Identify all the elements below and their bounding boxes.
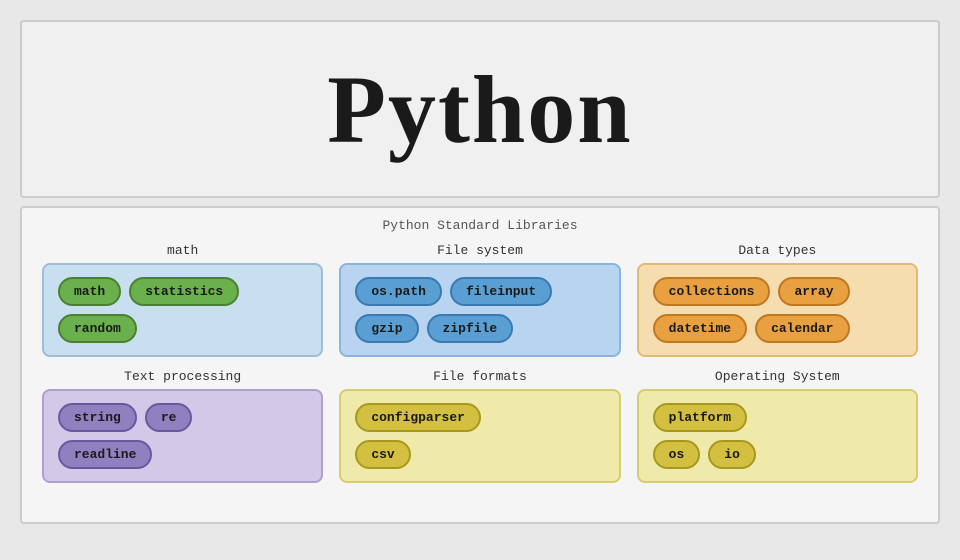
- tag-configparser[interactable]: configparser: [355, 403, 481, 432]
- tag-string[interactable]: string: [58, 403, 137, 432]
- tag-row: datetime calendar: [653, 314, 850, 343]
- category-label-operatingsystem: Operating System: [715, 369, 840, 384]
- tag-os-path[interactable]: os.path: [355, 277, 442, 306]
- category-textprocessing: Text processing string re readline: [42, 369, 323, 483]
- tag-row: osio: [653, 440, 756, 469]
- category-box-operatingsystem: platform osio: [637, 389, 918, 483]
- category-datatypes: Data types collectionsarray datetime calend…: [637, 243, 918, 357]
- tag-platform[interactable]: platform: [653, 403, 747, 432]
- categories-grid: math math statistics random File system os.pa…: [42, 243, 918, 483]
- category-fileformats: File formats configparser csv: [339, 369, 620, 483]
- tag-random[interactable]: random: [58, 314, 137, 343]
- category-label-math: math: [167, 243, 198, 258]
- tag-fileinput[interactable]: fileinput: [450, 277, 552, 306]
- tag-os[interactable]: os: [653, 440, 701, 469]
- panel-title: Python Standard Libraries: [42, 218, 918, 233]
- tag-row: collectionsarray: [653, 277, 850, 306]
- tag-row: random: [58, 314, 137, 343]
- tag-gzip[interactable]: gzip: [355, 314, 418, 343]
- tag-row: csv: [355, 440, 410, 469]
- category-box-filesystem: os.path fileinput gzip zipfile: [339, 263, 620, 357]
- category-box-datatypes: collectionsarray datetime calendar: [637, 263, 918, 357]
- top-panel: Python: [20, 20, 940, 198]
- tag-calendar[interactable]: calendar: [755, 314, 849, 343]
- tag-csv[interactable]: csv: [355, 440, 410, 469]
- tag-collections[interactable]: collections: [653, 277, 771, 306]
- category-box-math: math statistics random: [42, 263, 323, 357]
- tag-array[interactable]: array: [778, 277, 849, 306]
- tag-math[interactable]: math: [58, 277, 121, 306]
- category-operatingsystem: Operating System platform osio: [637, 369, 918, 483]
- tag-row: configparser: [355, 403, 481, 432]
- tag-zipfile[interactable]: zipfile: [427, 314, 514, 343]
- tag-row: readline: [58, 440, 152, 469]
- bottom-panel: Python Standard Libraries math math statis…: [20, 206, 940, 524]
- tag-row: math statistics: [58, 277, 239, 306]
- tag-row: platform: [653, 403, 747, 432]
- category-box-fileformats: configparser csv: [339, 389, 620, 483]
- category-box-textprocessing: string re readline: [42, 389, 323, 483]
- category-label-textprocessing: Text processing: [124, 369, 241, 384]
- tag-io[interactable]: io: [708, 440, 756, 469]
- tag-readline[interactable]: readline: [58, 440, 152, 469]
- category-filesystem: File system os.path fileinput gzip zipfile: [339, 243, 620, 357]
- category-math: math math statistics random: [42, 243, 323, 357]
- tag-row: gzip zipfile: [355, 314, 513, 343]
- tag-statistics[interactable]: statistics: [129, 277, 239, 306]
- category-label-datatypes: Data types: [738, 243, 816, 258]
- python-title: Python: [327, 54, 632, 165]
- tag-re[interactable]: re: [145, 403, 193, 432]
- tag-datetime[interactable]: datetime: [653, 314, 747, 343]
- category-label-fileformats: File formats: [433, 369, 527, 384]
- tag-row: string re: [58, 403, 192, 432]
- category-label-filesystem: File system: [437, 243, 523, 258]
- tag-row: os.path fileinput: [355, 277, 552, 306]
